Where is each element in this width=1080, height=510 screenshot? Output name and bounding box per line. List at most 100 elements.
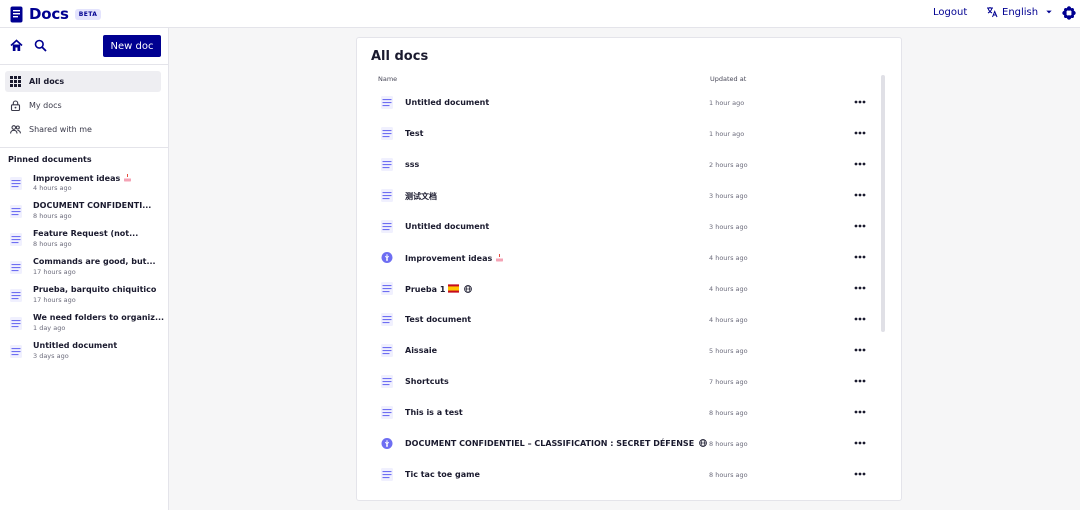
table-row[interactable]: Aissaie 5 hours ago (377, 336, 872, 366)
nav-my-docs[interactable]: My docs (5, 95, 161, 116)
top-header: Docs BETA Logout English (0, 0, 1080, 28)
doc-updated-at: 8 hours ago (709, 409, 748, 417)
pinned-doc-title: We need folders to organiz... (33, 313, 165, 322)
table-row[interactable]: sss 2 hours ago (377, 150, 872, 180)
pinned-doc-item[interactable]: We need folders to organiz... 1 day ago (8, 313, 165, 339)
doc-updated-at: 4 hours ago (709, 316, 748, 324)
doc-title[interactable]: sss (405, 160, 419, 169)
doc-icon (381, 96, 393, 109)
app-switcher-icon[interactable] (1062, 6, 1076, 20)
cake-icon (496, 254, 504, 262)
nav-label: My docs (29, 101, 62, 110)
home-icon[interactable] (10, 39, 23, 52)
more-options-icon[interactable] (854, 317, 866, 321)
new-doc-button[interactable]: New doc (103, 35, 161, 57)
table-row[interactable]: 测试文档 3 hours ago (377, 181, 872, 211)
table-row[interactable]: DOCUMENT CONFIDENTIEL – CLASSIFICATION :… (377, 429, 872, 459)
doc-icon (381, 406, 393, 419)
doc-updated-at: 1 hour ago (709, 99, 745, 107)
pinned-doc-time: 4 hours ago (33, 184, 72, 192)
doc-icon (10, 233, 22, 246)
table-row[interactable]: Tic tac toe game 8 hours ago (377, 460, 872, 490)
table-row[interactable]: This is a test 8 hours ago (377, 398, 872, 428)
pinned-doc-item[interactable]: Untitled document 3 days ago (8, 341, 163, 367)
doc-icon (381, 189, 393, 202)
doc-updated-at: 1 hour ago (709, 130, 745, 138)
doc-icon (381, 468, 393, 481)
more-options-icon[interactable] (854, 193, 866, 197)
pinned-doc-item[interactable]: Commands are good, but... 17 hours ago (8, 257, 163, 283)
sidebar-divider (0, 147, 168, 148)
pinned-doc-title: Commands are good, but... (33, 257, 156, 266)
cake-icon (124, 174, 132, 182)
doc-icon (10, 261, 22, 274)
doc-title[interactable]: Untitled document (405, 98, 489, 107)
doc-title[interactable]: Aissaie (405, 346, 437, 355)
doc-icon (381, 375, 393, 388)
more-options-icon[interactable] (854, 379, 866, 383)
more-options-icon[interactable] (854, 131, 866, 135)
table-row[interactable]: Prueba 1 4 hours ago (377, 274, 872, 304)
table-row[interactable]: Shortcuts 7 hours ago (377, 367, 872, 397)
more-options-icon[interactable] (854, 472, 866, 476)
language-selector[interactable]: English (986, 6, 1053, 18)
table-row[interactable]: Untitled document 1 hour ago (377, 88, 872, 118)
doc-icon (10, 317, 22, 330)
table-row[interactable]: Untitled document 3 hours ago (377, 212, 872, 242)
nav-label: All docs (29, 77, 65, 86)
pinned-doc-time: 3 days ago (33, 352, 69, 360)
doc-title[interactable]: Improvement ideas (405, 253, 504, 263)
more-options-icon[interactable] (854, 255, 866, 259)
pinned-doc-item[interactable]: DOCUMENT CONFIDENTI... 8 hours ago (8, 201, 163, 227)
more-options-icon[interactable] (854, 410, 866, 414)
doc-title[interactable]: Untitled document (405, 222, 489, 231)
column-header-name[interactable]: Name (378, 75, 397, 83)
doc-title[interactable]: Shortcuts (405, 377, 449, 386)
doc-title[interactable]: Test (405, 129, 423, 138)
table-row[interactable]: Test document 4 hours ago (377, 305, 872, 335)
more-options-icon[interactable] (854, 100, 866, 104)
more-options-icon[interactable] (854, 162, 866, 166)
doc-title[interactable]: Test document (405, 315, 471, 324)
more-options-icon[interactable] (854, 441, 866, 445)
doc-updated-at: 4 hours ago (709, 254, 748, 262)
doc-icon (10, 177, 22, 190)
docs-list-card: All docs Name Updated at Untitled docume… (356, 37, 902, 501)
scrollbar[interactable] (881, 75, 885, 332)
doc-updated-at: 4 hours ago (709, 285, 748, 293)
doc-title[interactable]: This is a test (405, 408, 463, 417)
column-header-updated[interactable]: Updated at (710, 75, 746, 83)
doc-title[interactable]: Prueba 1 (405, 284, 473, 294)
more-options-icon[interactable] (854, 286, 866, 290)
doc-icon (381, 220, 393, 233)
pinned-documents-title: Pinned documents (8, 155, 92, 164)
pinned-doc-item[interactable]: Prueba, barquito chiquitico 17 hours ago (8, 285, 163, 311)
pinned-doc-title: Prueba, barquito chiquitico (33, 285, 157, 294)
logout-link[interactable]: Logout (933, 7, 967, 18)
table-row[interactable]: Test 1 hour ago (377, 119, 872, 149)
pinned-doc-item[interactable]: Feature Request (not... 8 hours ago (8, 229, 163, 255)
pinned-doc-icon (381, 438, 393, 449)
nav-all-docs[interactable]: All docs (5, 71, 161, 92)
doc-updated-at: 7 hours ago (709, 378, 748, 386)
doc-title[interactable]: 测试文档 (405, 191, 437, 202)
more-options-icon[interactable] (854, 348, 866, 352)
doc-icon (381, 313, 393, 326)
doc-title[interactable]: DOCUMENT CONFIDENTIEL – CLASSIFICATION :… (405, 439, 708, 448)
pinned-doc-title: Improvement ideas (33, 173, 132, 183)
more-options-icon[interactable] (854, 224, 866, 228)
docs-logo-icon (10, 6, 23, 22)
doc-updated-at: 2 hours ago (709, 161, 748, 169)
doc-icon (10, 289, 22, 302)
nav-shared-with-me[interactable]: Shared with me (5, 119, 161, 140)
doc-updated-at: 5 hours ago (709, 347, 748, 355)
pinned-doc-item[interactable]: Improvement ideas 4 hours ago (8, 173, 163, 199)
search-icon[interactable] (34, 39, 47, 52)
doc-title[interactable]: Tic tac toe game (405, 470, 480, 479)
table-row[interactable]: Improvement ideas 4 hours ago (377, 243, 872, 273)
page-title: All docs (371, 49, 429, 64)
globe-icon (699, 439, 708, 447)
logo[interactable]: Docs BETA (10, 5, 102, 23)
doc-icon (381, 344, 393, 357)
spain-flag-icon (448, 284, 460, 293)
